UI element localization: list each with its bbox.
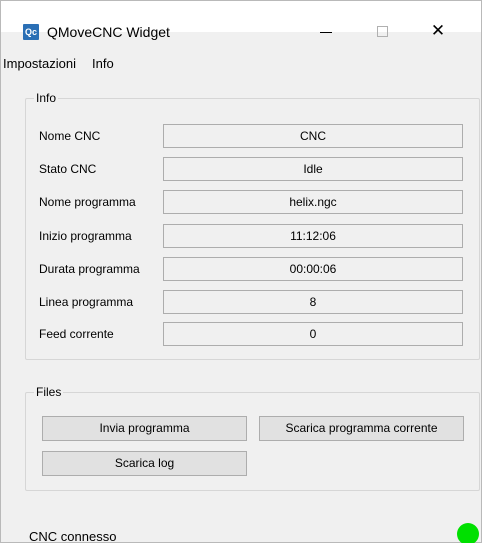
menu-info[interactable]: Info [92,56,120,71]
field-linea-programma: Linea programma 8 [39,290,463,314]
window-title: QMoveCNC Widget [47,24,170,40]
field-value: CNC [163,124,463,148]
connection-status-led [457,523,479,543]
field-nome-cnc: Nome CNC CNC [39,124,463,148]
main-window: Qc QMoveCNC Widget ✕ Impostazioni Info I… [0,0,482,543]
minimize-icon [320,31,332,33]
maximize-icon [376,25,388,37]
field-value: 00:00:06 [163,257,463,281]
field-label: Nome CNC [39,129,101,143]
send-program-button[interactable]: Invia programma [42,416,247,441]
minimize-button[interactable] [303,15,349,47]
field-label: Inizio programma [39,229,132,243]
files-group-title: Files [34,385,64,399]
maximize-button[interactable] [359,15,405,47]
download-log-button[interactable]: Scarica log [42,451,247,476]
status-text: CNC connesso [29,529,117,543]
info-group: Info Nome CNC CNC Stato CNC Idle Nome pr… [25,91,480,360]
field-value: 8 [163,290,463,314]
field-value: 11:12:06 [163,224,463,248]
app-icon: Qc [23,24,39,40]
field-label: Feed corrente [39,327,114,341]
info-group-title: Info [34,91,59,105]
close-button[interactable]: ✕ [415,15,461,47]
files-group: Files Invia programma Scarica programma … [25,385,480,491]
download-current-program-button[interactable]: Scarica programma corrente [259,416,464,441]
field-label: Durata programma [39,262,140,276]
field-durata-programma: Durata programma 00:00:06 [39,257,463,281]
field-value: 0 [163,322,463,346]
field-label: Nome programma [39,195,136,209]
close-icon: ✕ [430,21,446,40]
field-inizio-programma: Inizio programma 11:12:06 [39,224,463,248]
field-feed-corrente: Feed corrente 0 [39,322,463,346]
field-label: Stato CNC [39,162,97,176]
menu-bar: Impostazioni Info [1,53,481,73]
field-nome-programma: Nome programma helix.ngc [39,190,463,214]
menu-impostazioni[interactable]: Impostazioni [3,56,82,71]
field-label: Linea programma [39,295,134,309]
title-bar[interactable]: Qc QMoveCNC Widget ✕ [1,1,481,40]
field-stato-cnc: Stato CNC Idle [39,157,463,181]
field-value: Idle [163,157,463,181]
field-value: helix.ngc [163,190,463,214]
